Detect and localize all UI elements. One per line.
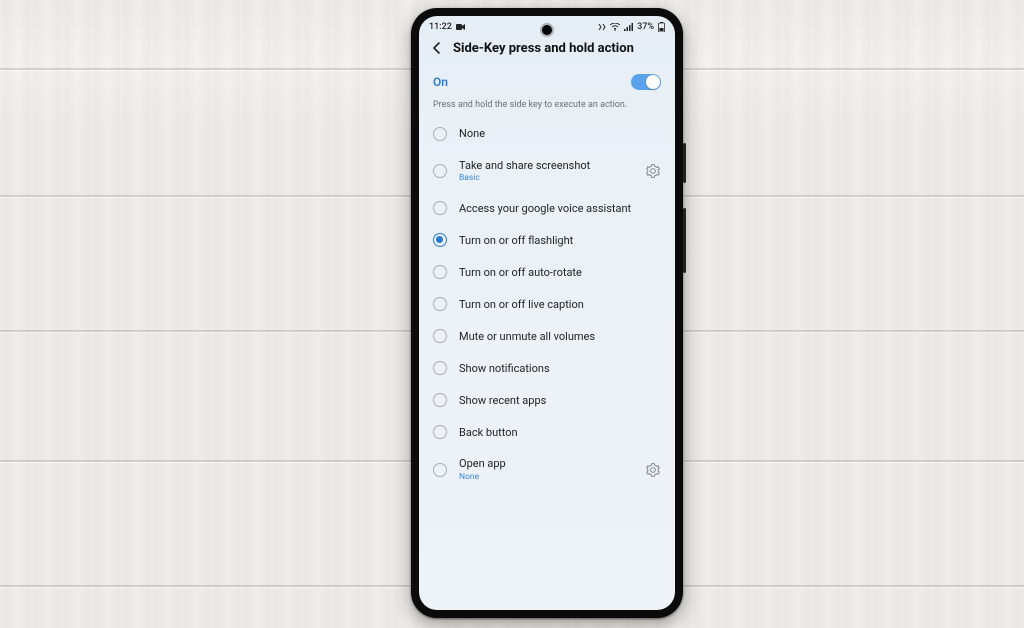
option-label: Mute or unmute all volumes [459, 330, 661, 343]
option-row[interactable]: Show recent apps [425, 384, 669, 416]
video-icon [456, 23, 466, 31]
option-row[interactable]: Open app None [425, 448, 669, 490]
battery-icon [658, 22, 665, 32]
radio-button[interactable] [433, 265, 447, 279]
radio-button[interactable] [433, 201, 447, 215]
option-text: Open app None [459, 457, 633, 481]
option-sublabel: None [459, 472, 633, 482]
radio-button[interactable] [433, 164, 447, 178]
option-text: Take and share screenshotBasic [459, 159, 633, 183]
option-text: Turn on or off auto-rotate [459, 266, 661, 279]
radio-button[interactable] [433, 297, 447, 311]
option-text: Turn on or off flashlight [459, 234, 661, 247]
option-row[interactable]: None [425, 118, 669, 150]
status-battery-pct: 37% [637, 22, 654, 32]
option-row[interactable]: Back button [425, 416, 669, 448]
master-toggle-row: On [419, 66, 675, 100]
option-row[interactable]: Turn on or off flashlight [425, 224, 669, 256]
help-text: Press and hold the side key to execute a… [419, 100, 675, 118]
option-sublabel: Basic [459, 173, 633, 183]
radio-button[interactable] [433, 329, 447, 343]
option-row[interactable]: Turn on or off live caption [425, 288, 669, 320]
vibrate-icon [598, 23, 606, 31]
radio-button[interactable] [433, 127, 447, 141]
gear-icon[interactable] [645, 462, 661, 478]
option-text: Show recent apps [459, 394, 661, 407]
option-row[interactable]: Access your google voice assistant [425, 192, 669, 224]
option-text: Show notifications [459, 362, 661, 375]
option-text: Mute or unmute all volumes [459, 330, 661, 343]
screen: 11:22 37% [419, 16, 675, 610]
signal-icon [624, 23, 633, 31]
option-text: Turn on or off live caption [459, 298, 661, 311]
option-label: Take and share screenshot [459, 159, 633, 172]
wifi-icon [610, 23, 620, 31]
option-text: Back button [459, 426, 661, 439]
volume-button [683, 143, 686, 183]
master-toggle-label: On [433, 75, 448, 89]
options-list: None Take and share screenshotBasic Access… [419, 118, 675, 491]
power-button [683, 208, 686, 273]
radio-button[interactable] [433, 425, 447, 439]
title-bar: Side-Key press and hold action [419, 34, 675, 66]
option-label: Show recent apps [459, 394, 661, 407]
option-label: Turn on or off live caption [459, 298, 661, 311]
gear-icon[interactable] [645, 163, 661, 179]
radio-button[interactable] [433, 463, 447, 477]
option-label: Turn on or off flashlight [459, 234, 661, 247]
option-row[interactable]: Take and share screenshotBasic [425, 150, 669, 192]
option-text: None [459, 127, 661, 140]
radio-button[interactable] [433, 393, 447, 407]
front-camera [542, 25, 552, 35]
option-label: None [459, 127, 661, 140]
radio-button[interactable] [433, 233, 447, 247]
option-row[interactable]: Mute or unmute all volumes [425, 320, 669, 352]
master-toggle-switch[interactable] [631, 74, 661, 90]
phone-frame: 11:22 37% [411, 8, 683, 618]
option-label: Open app [459, 457, 633, 470]
page-title: Side-Key press and hold action [453, 41, 634, 56]
option-label: Back button [459, 426, 661, 439]
option-label: Turn on or off auto-rotate [459, 266, 661, 279]
back-button[interactable] [429, 40, 445, 56]
status-time: 11:22 [429, 22, 452, 32]
option-row[interactable]: Turn on or off auto-rotate [425, 256, 669, 288]
radio-button[interactable] [433, 361, 447, 375]
option-row[interactable]: Show notifications [425, 352, 669, 384]
option-text: Access your google voice assistant [459, 202, 661, 215]
option-label: Access your google voice assistant [459, 202, 661, 215]
option-label: Show notifications [459, 362, 661, 375]
